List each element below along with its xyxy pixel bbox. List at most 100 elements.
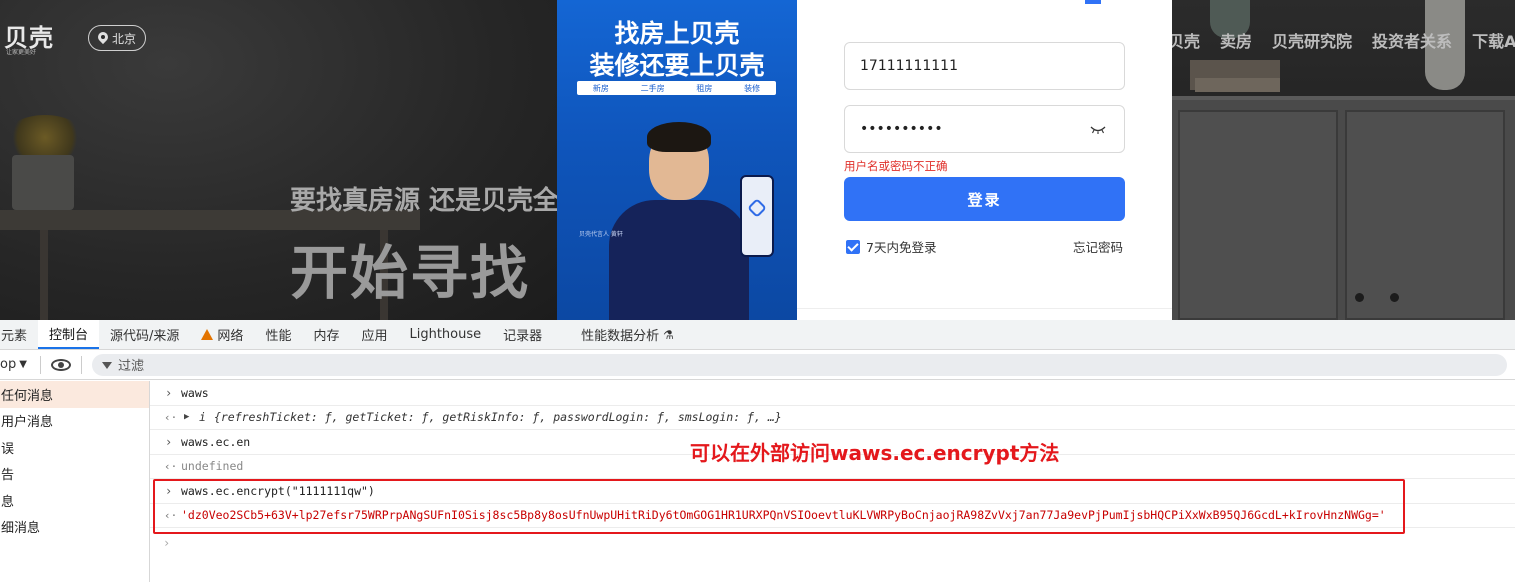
console-command: waws (181, 385, 209, 400)
tab-label: Lighthouse (409, 327, 482, 342)
prompt-chevron-icon[interactable]: › (163, 536, 170, 550)
tab-performance-insights[interactable]: 性能数据分析 ⚗ (570, 320, 685, 349)
context-label: op (0, 357, 17, 372)
ad-subheadline: 装修还要上贝壳 (589, 51, 765, 80)
ad-service-item: 新房 (592, 83, 609, 93)
background-plant (5, 115, 85, 160)
sidebar-item-all-messages[interactable]: 任何消息 (0, 381, 149, 408)
login-ad-banner: 找房上贝壳 装修还要上贝壳 新房 二手房 租房 装修 贝壳代言人 黄轩 (557, 0, 797, 320)
webpage-viewport: 贝壳 让家更美好 北京 要找真房源 还是贝壳全 开始寻找 贝壳 卖房 贝壳研究院… (0, 0, 1515, 320)
tab-label: 记录器 (503, 329, 543, 344)
background-cabinet-door (1345, 110, 1505, 320)
console-object-preview[interactable]: {refreshTicket: ƒ, getTicket: ƒ, getRisk… (206, 410, 782, 424)
annotation-highlight-box (153, 479, 1405, 534)
hero-headline: 开始寻找 (290, 239, 531, 307)
remember-me-label: 7天内免登录 (866, 240, 937, 255)
tab-label: 元素 (1, 329, 28, 344)
console-sidebar: 任何消息 用户消息 误 告 息 细消息 (0, 381, 150, 582)
login-panel: 17111111111 •••••••••• 用户名或密码不正确 登录 7天内免… (797, 0, 1172, 320)
filter-placeholder: 过滤 (118, 359, 145, 374)
dropdown-arrow-icon: ▼ (19, 359, 27, 370)
ad-signature: 贝壳代言人 黄轩 (579, 231, 623, 238)
divider (797, 308, 1172, 309)
tab-lighthouse[interactable]: Lighthouse (398, 320, 492, 349)
tab-performance[interactable]: 性能 (254, 320, 302, 349)
console-filter-input[interactable]: 过滤 (92, 353, 1507, 376)
city-selector[interactable]: 北京 (88, 25, 146, 51)
tab-sources[interactable]: 源代码/来源 (99, 320, 190, 349)
password-value: •••••••••• (860, 121, 943, 137)
sidebar-item-errors[interactable]: 误 (0, 434, 149, 461)
background-books (1195, 78, 1280, 92)
background-cabinet-knob (1390, 293, 1399, 302)
tab-label: 应用 (361, 329, 388, 344)
tab-label: 性能数据分析 (581, 329, 660, 344)
ad-service-item: 二手房 (640, 83, 665, 93)
tab-elements[interactable]: 元素 (0, 320, 38, 349)
ad-spokesperson-hair (647, 122, 711, 152)
sidebar-item-warnings[interactable]: 告 (0, 461, 149, 488)
tab-label: 性能 (265, 329, 292, 344)
tab-recorder[interactable]: 记录器 (492, 320, 570, 349)
tab-label: 控制台 (49, 328, 89, 343)
result-arrow-icon: ‹· (164, 410, 178, 424)
background-vase (12, 155, 74, 210)
site-logo-tagline: 让家更美好 (6, 49, 37, 56)
tab-memory[interactable]: 内存 (302, 320, 350, 349)
tab-label: 源代码/来源 (110, 329, 180, 344)
ad-spokesperson-image (609, 118, 749, 320)
nav-item-research[interactable]: 贝壳研究院 (1272, 28, 1352, 52)
console-command: waws.ec.en (181, 434, 251, 449)
tab-label: 内存 (313, 329, 340, 344)
sidebar-item-verbose[interactable]: 细消息 (0, 514, 149, 541)
sidebar-item-info[interactable]: 息 (0, 487, 149, 514)
background-cabinet-door (1178, 110, 1338, 320)
prompt-chevron-icon: › (165, 385, 173, 400)
ad-service-strip: 新房 二手房 租房 装修 (577, 81, 776, 95)
flask-icon: ⚗ (663, 327, 674, 342)
location-pin-icon (98, 32, 108, 44)
live-expression-eye-icon[interactable] (51, 358, 71, 371)
background-table-leg (40, 230, 48, 320)
tab-application[interactable]: 应用 (350, 320, 398, 349)
remember-me-option[interactable]: 7天内免登录 (846, 237, 936, 256)
ad-headline: 找房上贝壳 (614, 19, 740, 48)
nav-item-investors[interactable]: 投资者关系 (1372, 28, 1452, 52)
annotation-text: 可以在外部访问waws.ec.encrypt方法 (690, 441, 1060, 465)
tab-label: 网络 (217, 329, 244, 344)
ad-service-item: 租房 (696, 83, 713, 93)
phone-input[interactable]: 17111111111 (844, 42, 1125, 90)
forgot-password-link[interactable]: 忘记密码 (1073, 237, 1123, 256)
ad-spokesperson-suit (609, 200, 749, 320)
divider (40, 355, 41, 374)
password-input[interactable]: •••••••••• (844, 105, 1125, 153)
nav-item-beike[interactable]: 贝壳 (1168, 28, 1200, 52)
expand-triangle-icon[interactable]: ▶ (184, 412, 189, 422)
ad-service-item: 装修 (744, 83, 761, 93)
beike-logo-icon (747, 198, 767, 218)
nav-item-download[interactable]: 下载A (1472, 28, 1515, 52)
console-toolbar: op ▼ 过滤 (0, 350, 1515, 380)
console-input-line: › waws (150, 381, 1515, 406)
top-navigation: 贝壳 卖房 贝壳研究院 投资者关系 下载A (1168, 28, 1515, 52)
console-result-line: ‹· ▶ i {refreshTicket: ƒ, getTicket: ƒ, … (150, 406, 1515, 430)
console-result-value: undefined (181, 459, 244, 474)
login-error-message: 用户名或密码不正确 (844, 159, 948, 173)
prompt-chevron-icon: › (165, 434, 173, 449)
login-button[interactable]: 登录 (844, 177, 1125, 221)
tab-console[interactable]: 控制台 (38, 320, 100, 349)
filter-funnel-icon (102, 362, 112, 369)
ad-phone-image (740, 175, 774, 257)
nav-item-sell[interactable]: 卖房 (1220, 28, 1252, 52)
login-tab-indicator (1085, 0, 1101, 4)
context-selector[interactable]: op ▼ (0, 357, 40, 372)
tab-network[interactable]: 网络 (190, 320, 254, 349)
city-label: 北京 (111, 31, 136, 46)
hero-slogan: 要找真房源 还是贝壳全 (290, 186, 560, 216)
warning-icon (201, 329, 214, 340)
devtools-tabbar: 元素 控制台 源代码/来源 网络 性能 内存 应用 Lighthouse 记录器… (0, 320, 1515, 350)
remember-me-checkbox[interactable] (846, 239, 860, 254)
sidebar-item-user-messages[interactable]: 用户消息 (0, 408, 149, 435)
eye-closed-icon[interactable] (1090, 126, 1106, 134)
divider (81, 355, 82, 374)
